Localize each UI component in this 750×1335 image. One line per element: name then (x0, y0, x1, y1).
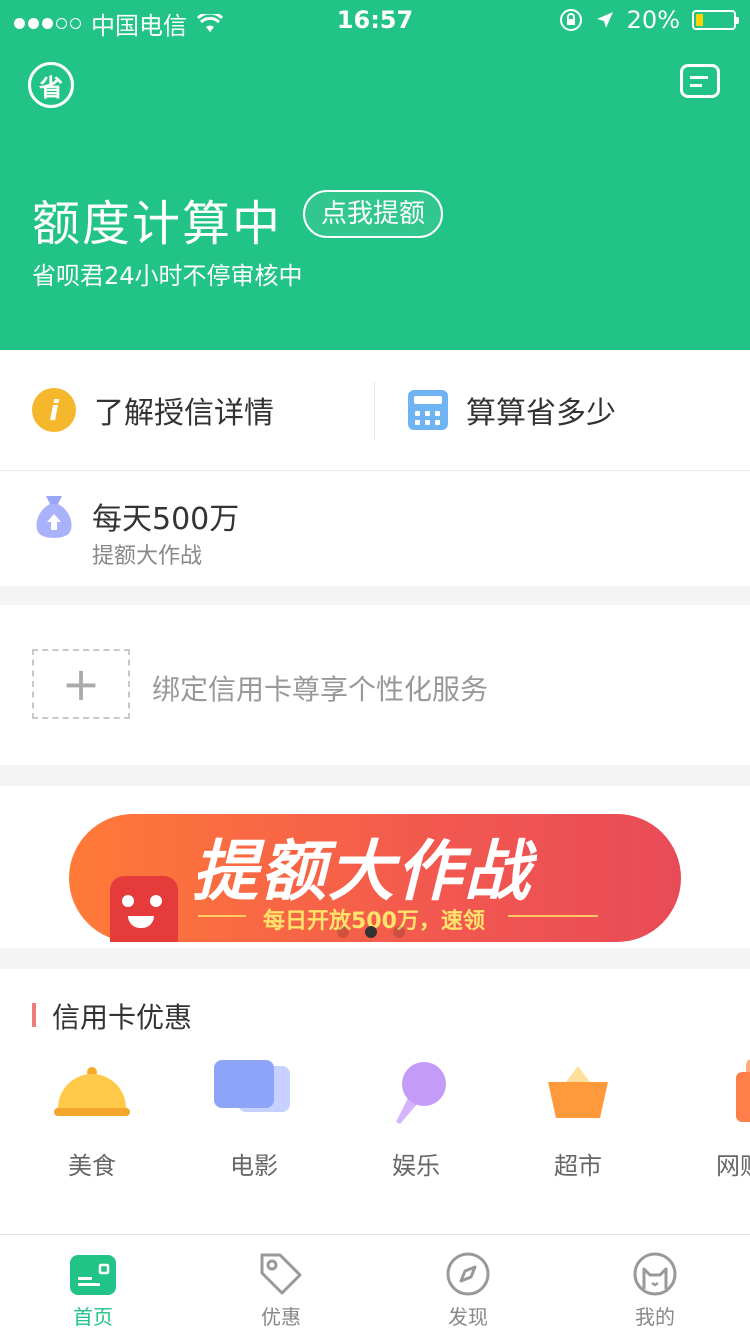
movie-camera-icon (214, 1060, 290, 1112)
tag-icon (260, 1253, 302, 1295)
shopping-bag-icon (736, 1058, 750, 1122)
battery-icon (692, 10, 739, 30)
category-label: 电影 (230, 1152, 278, 1180)
bind-card-prompt[interactable]: 绑定信用卡尊享个性化服务 (152, 668, 488, 708)
page-subtitle: 省呗君24小时不停审核中 (32, 262, 303, 290)
header: 中国电信 16:57 20% 省 额度计算中 点我提额 省呗君24小时不停审核中 (0, 0, 750, 350)
food-cloche-icon (54, 1067, 130, 1116)
savings-calculator-label: 算算省多少 (466, 396, 616, 431)
app-logo-icon[interactable]: 省 (28, 62, 74, 108)
compass-icon (446, 1252, 490, 1296)
rotation-lock-icon (559, 9, 582, 31)
tab-mine[interactable]: 我的 (585, 1235, 725, 1335)
tab-deals[interactable]: 优惠 (211, 1235, 351, 1335)
promo-title: 每天500万 (92, 502, 240, 537)
section-marker (32, 1003, 36, 1027)
profile-cat-icon (633, 1252, 677, 1296)
pager-dot[interactable] (393, 926, 405, 938)
calculator-icon (408, 390, 448, 430)
category-label: 美食 (68, 1152, 116, 1180)
status-right: 20% (559, 6, 739, 34)
info-icon: i (32, 388, 76, 432)
banner-deco-line (508, 915, 598, 917)
tab-label: 优惠 (261, 1305, 301, 1329)
pager-dot[interactable] (337, 926, 349, 938)
battery-percent: 20% (626, 6, 680, 34)
mascot-eye (122, 895, 134, 907)
money-bag-icon (36, 496, 72, 538)
microphone-icon (396, 1062, 446, 1124)
category-supermarket[interactable]: 超市 (518, 1060, 638, 1180)
tab-label: 发现 (448, 1305, 488, 1329)
savings-calculator-link[interactable]: 算算省多少 (408, 350, 616, 470)
page-title: 额度计算中 (32, 196, 283, 252)
banner-deco-line (198, 915, 246, 917)
category-food[interactable]: 美食 (32, 1060, 152, 1180)
home-card-icon (70, 1255, 116, 1295)
add-card-button[interactable]: + (32, 649, 130, 719)
message-icon[interactable] (680, 64, 720, 98)
tab-label: 我的 (635, 1305, 675, 1329)
shopping-basket-icon (548, 1066, 608, 1118)
divider (374, 382, 375, 440)
deals-title: 信用卡优惠 (52, 1001, 193, 1034)
category-online-shopping[interactable]: 网购 (680, 1058, 750, 1180)
tab-label: 首页 (73, 1305, 113, 1329)
raise-limit-button[interactable]: 点我提额 (303, 190, 444, 238)
tab-discover[interactable]: 发现 (398, 1235, 538, 1335)
location-arrow-icon (596, 12, 613, 28)
credit-details-link[interactable]: i 了解授信详情 (32, 350, 274, 470)
credit-details-label: 了解授信详情 (94, 396, 274, 431)
tab-bar: 首页 优惠 发现 我的 (0, 1234, 750, 1335)
category-movie[interactable]: 电影 (194, 1060, 314, 1180)
banner-title: 提额大作战 (192, 833, 532, 910)
category-label: 超市 (554, 1152, 602, 1180)
category-entertainment[interactable]: 娱乐 (356, 1060, 476, 1180)
mascot-icon (110, 876, 178, 942)
category-label: 网购 (716, 1152, 750, 1180)
mascot-eye (150, 895, 162, 907)
status-bar: 中国电信 16:57 20% (0, 0, 750, 42)
category-label: 娱乐 (392, 1152, 440, 1180)
tab-home[interactable]: 首页 (23, 1235, 163, 1335)
promo-subtitle: 提额大作战 (92, 544, 203, 569)
quick-links: i 了解授信详情 算算省多少 (0, 350, 750, 471)
pager-dot-active[interactable] (365, 926, 377, 938)
banner-pager (337, 926, 405, 938)
